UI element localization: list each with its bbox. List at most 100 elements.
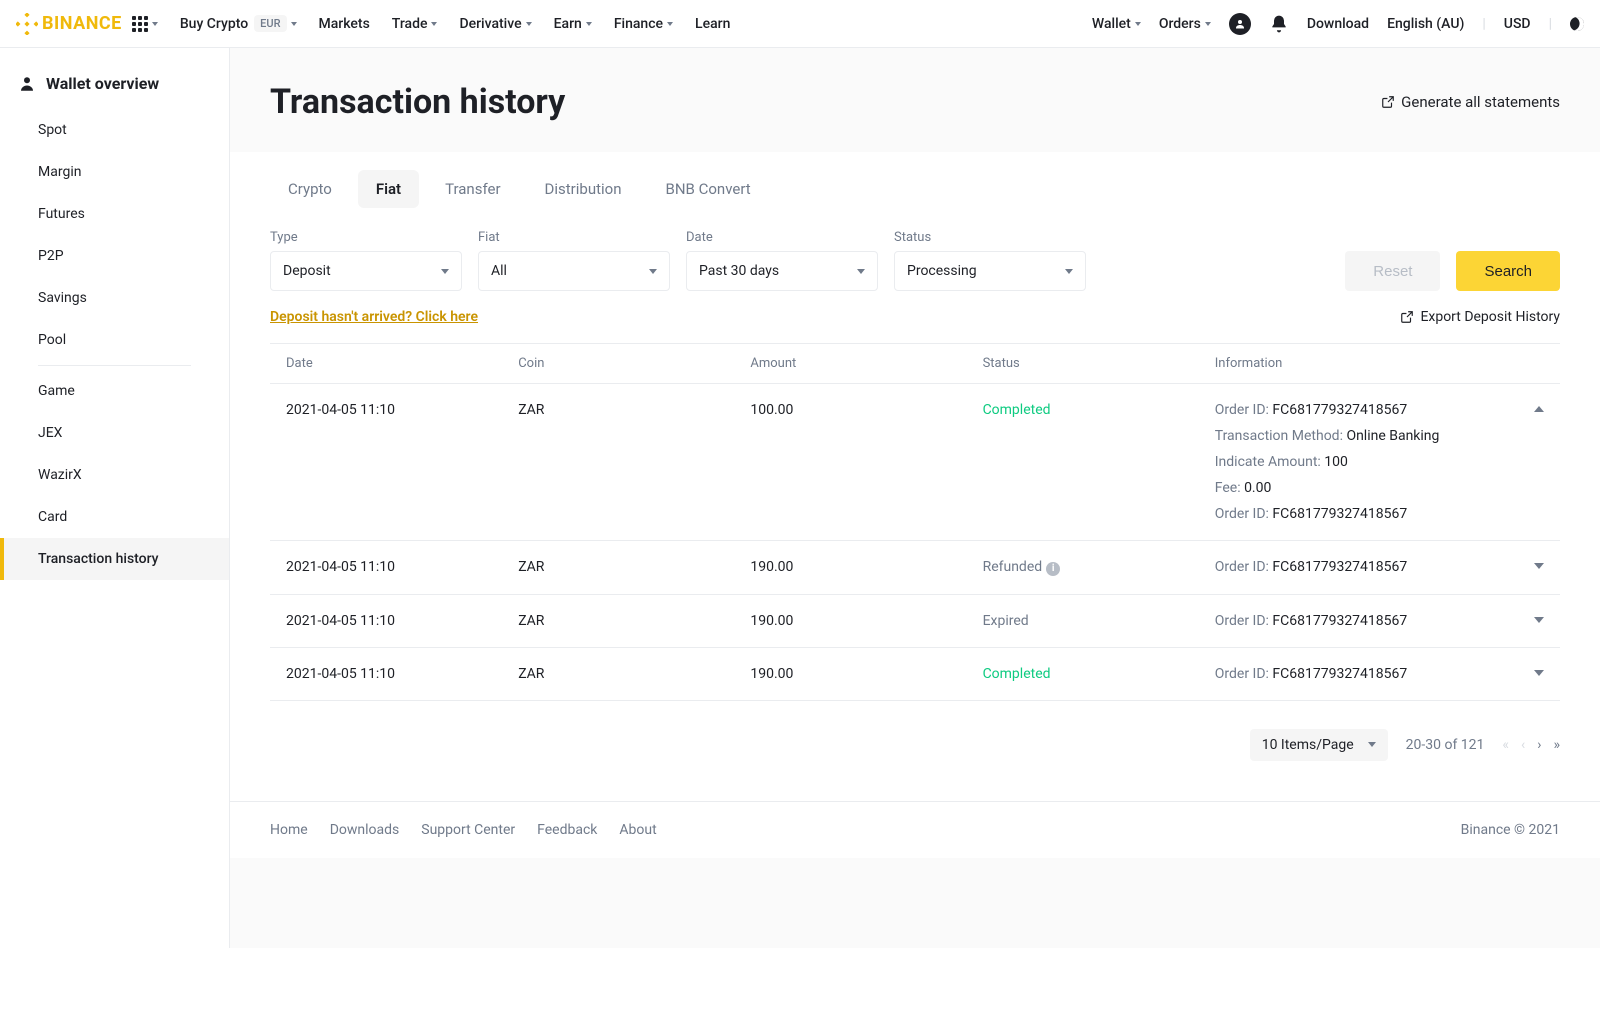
page-prev-button[interactable]: ‹	[1521, 737, 1525, 753]
export-history-link[interactable]: Export Deposit History	[1400, 309, 1560, 325]
tab-distribution[interactable]: Distribution	[527, 170, 640, 208]
separator: |	[1482, 16, 1485, 32]
tab-transfer[interactable]: Transfer	[427, 170, 518, 208]
status-badge: Completed	[983, 666, 1051, 682]
sidebar-item-margin[interactable]: Margin	[0, 151, 229, 193]
binance-logo-icon	[16, 13, 38, 35]
filter-date-label: Date	[686, 230, 878, 245]
nav-finance[interactable]: Finance	[614, 16, 673, 32]
search-button[interactable]: Search	[1456, 251, 1560, 291]
chevron-down-icon	[152, 22, 158, 26]
row-expand-toggle[interactable]	[1534, 670, 1544, 676]
page-range: 20-30 of 121	[1406, 737, 1485, 753]
nav-trade[interactable]: Trade	[392, 16, 438, 32]
sidebar-item-card[interactable]: Card	[0, 496, 229, 538]
tabs: CryptoFiatTransferDistributionBNB Conver…	[270, 170, 1560, 208]
info-icon[interactable]: i	[1046, 562, 1060, 576]
nav-buy-crypto[interactable]: Buy Crypto EUR	[180, 15, 297, 32]
status-badge: Expired	[983, 613, 1029, 629]
chevron-down-icon	[586, 22, 592, 26]
sidebar-item-jex[interactable]: JEX	[0, 412, 229, 454]
footer-link-about[interactable]: About	[619, 822, 656, 838]
table-row: 2021-04-05 11:10ZAR190.00Completed Order…	[270, 647, 1560, 700]
sidebar-item-pool[interactable]: Pool	[0, 319, 229, 361]
theme-toggle-icon[interactable]	[1568, 15, 1586, 33]
chevron-down-icon	[1368, 742, 1376, 747]
sidebar-item-game[interactable]: Game	[0, 370, 229, 412]
main-content: Transaction history Generate all stateme…	[230, 48, 1600, 948]
deposit-help-link[interactable]: Deposit hasn't arrived? Click here	[270, 309, 478, 325]
footer-link-downloads[interactable]: Downloads	[330, 822, 400, 838]
order-id-label: Order ID:	[1215, 559, 1273, 575]
row-expand-toggle[interactable]	[1534, 406, 1544, 412]
row-details: Transaction Method: Online Banking Indic…	[1215, 428, 1440, 522]
footer: Home Downloads Support Center Feedback About…	[230, 801, 1600, 858]
chevron-down-icon	[441, 269, 449, 274]
table-row: 2021-04-05 11:10ZAR190.00Refundedi Order…	[270, 541, 1560, 595]
row-expand-toggle[interactable]	[1534, 563, 1544, 569]
order-id-label: Order ID:	[1215, 613, 1273, 629]
order-id-value: FC681779327418567	[1272, 559, 1407, 575]
filter-status-select[interactable]: Processing	[894, 251, 1086, 291]
pagination: 10 Items/Page 20-30 of 121 « ‹ › »	[270, 729, 1560, 761]
nav-currency[interactable]: USD	[1504, 16, 1531, 32]
sidebar-item-p2p[interactable]: P2P	[0, 235, 229, 277]
apps-menu[interactable]	[132, 16, 158, 32]
page-next-button[interactable]: ›	[1537, 737, 1541, 753]
filter-fiat-select[interactable]: All	[478, 251, 670, 291]
brand-logo[interactable]: BINANCE	[16, 13, 122, 35]
nav-wallet[interactable]: Wallet	[1092, 16, 1141, 32]
row-expand-toggle[interactable]	[1534, 617, 1544, 623]
sidebar-divider	[38, 365, 191, 366]
reset-button[interactable]: Reset	[1345, 251, 1440, 291]
nav-learn[interactable]: Learn	[695, 16, 730, 32]
currency-pill: EUR	[254, 15, 286, 32]
account-icon[interactable]	[1229, 13, 1251, 35]
generate-statements-link[interactable]: Generate all statements	[1381, 93, 1560, 111]
order-id-label: Order ID:	[1215, 666, 1273, 682]
nav-language[interactable]: English (AU)	[1387, 16, 1464, 32]
external-link-icon	[1381, 95, 1395, 109]
transactions-table: DateCoinAmountStatusInformation 2021-04-…	[270, 343, 1560, 701]
tab-bnb-convert[interactable]: BNB Convert	[648, 170, 769, 208]
sidebar-item-savings[interactable]: Savings	[0, 277, 229, 319]
sidebar-item-transaction-history[interactable]: Transaction history	[0, 538, 229, 580]
col-information: Information	[1199, 344, 1560, 384]
chevron-down-icon	[1205, 22, 1211, 26]
sidebar-item-wazirx[interactable]: WazirX	[0, 454, 229, 496]
nav-markets[interactable]: Markets	[319, 16, 370, 32]
chevron-down-icon	[526, 22, 532, 26]
sidebar-item-futures[interactable]: Futures	[0, 193, 229, 235]
col-date: Date	[270, 344, 502, 384]
tab-fiat[interactable]: Fiat	[358, 170, 419, 208]
sidebar: Wallet overview SpotMarginFuturesP2PSavi…	[0, 48, 230, 948]
sidebar-header[interactable]: Wallet overview	[0, 66, 229, 109]
footer-link-support-center[interactable]: Support Center	[421, 822, 515, 838]
chevron-down-icon	[431, 22, 437, 26]
order-id-value: FC681779327418567	[1272, 402, 1407, 418]
filter-type-select[interactable]: Deposit	[270, 251, 462, 291]
nav-download[interactable]: Download	[1307, 16, 1369, 32]
chevron-down-icon	[1065, 269, 1073, 274]
filter-type-label: Type	[270, 230, 462, 245]
nav-earn[interactable]: Earn	[554, 16, 592, 32]
footer-link-home[interactable]: Home	[270, 822, 308, 838]
col-coin: Coin	[502, 344, 734, 384]
page-last-button[interactable]: »	[1553, 737, 1560, 753]
order-id-value: FC681779327418567	[1272, 666, 1407, 682]
filter-status-label: Status	[894, 230, 1086, 245]
page-size-select[interactable]: 10 Items/Page	[1250, 729, 1388, 761]
bell-icon[interactable]	[1269, 14, 1289, 34]
filter-date-select[interactable]: Past 30 days	[686, 251, 878, 291]
nav-orders[interactable]: Orders	[1159, 16, 1211, 32]
footer-link-feedback[interactable]: Feedback	[537, 822, 597, 838]
status-badge: Refunded	[983, 559, 1043, 575]
tab-crypto[interactable]: Crypto	[270, 170, 350, 208]
sidebar-item-spot[interactable]: Spot	[0, 109, 229, 151]
table-row: 2021-04-05 11:10ZAR100.00Completed Order…	[270, 384, 1560, 541]
user-icon	[18, 75, 36, 93]
copyright: Binance © 2021	[1461, 822, 1560, 838]
col-amount: Amount	[734, 344, 966, 384]
nav-derivative[interactable]: Derivative	[459, 16, 531, 32]
page-first-button[interactable]: «	[1502, 737, 1509, 753]
